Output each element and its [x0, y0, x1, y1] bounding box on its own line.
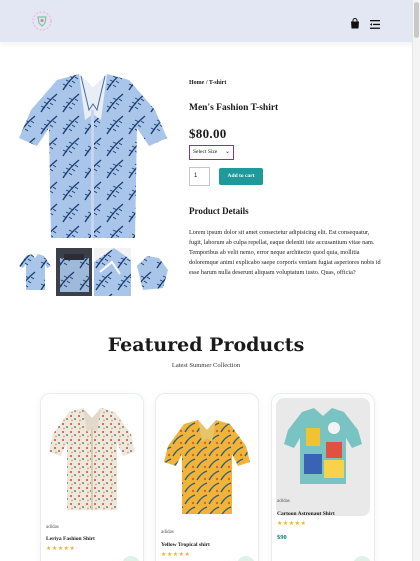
page-scrollbar[interactable]	[412, 0, 420, 561]
thumbnail-1[interactable]	[17, 248, 54, 296]
product-card[interactable]: adidas Yellow Tropical shirt ★★★★★	[155, 393, 259, 561]
product-card[interactable]: adidas Leriya Fashion Shirt ★★★★★	[40, 393, 144, 561]
featured-heading: Featured Products	[107, 334, 305, 356]
chevron-down-icon: ⌄	[224, 149, 230, 155]
product-price: $80.00	[189, 126, 227, 141]
logo-icon[interactable]	[30, 10, 54, 32]
star-rating: ★★★★★	[46, 545, 76, 552]
product-main-image	[19, 74, 167, 238]
card-brand: adidas	[277, 499, 290, 504]
product-info: Home / T-shirt Men's Fashion T-shirt $80…	[189, 80, 404, 278]
thumbnail-4[interactable]	[132, 248, 169, 296]
card-name: Yellow Tropical shirt	[161, 542, 210, 548]
size-select[interactable]: Select Size ⌄	[189, 145, 234, 160]
menu-icon[interactable]	[370, 14, 380, 33]
product-card-image	[160, 398, 254, 516]
add-to-cart-icon[interactable]	[237, 556, 255, 561]
product-title: Men's Fashion T-shirt	[189, 103, 279, 113]
details-text: Lorem ipsum dolor sit amet consectetur a…	[189, 229, 381, 276]
add-to-cart-icon[interactable]	[353, 556, 371, 561]
size-select-value: Select Size	[193, 149, 218, 155]
product-card-image	[276, 398, 370, 516]
add-to-cart-icon[interactable]	[122, 556, 140, 561]
shopping-bag-icon[interactable]	[350, 14, 360, 33]
card-brand: adidas	[46, 525, 59, 530]
purchase-row: 1 Add to cart	[189, 167, 404, 186]
card-name: Cartoon Astronaut Shirt	[277, 511, 335, 517]
details-heading: Product Details	[189, 206, 249, 216]
thumbnail-2[interactable]	[55, 248, 92, 296]
card-name: Leriya Fashion Shirt	[46, 536, 95, 542]
site-header	[0, 0, 420, 42]
add-to-cart-button[interactable]: Add to cart	[219, 168, 263, 185]
product-thumbnails	[17, 248, 169, 296]
thumbnail-3[interactable]	[94, 248, 131, 296]
product-card[interactable]: adidas Cartoon Astronaut Shirt ★★★★★ $90	[271, 393, 375, 561]
quantity-input[interactable]: 1	[189, 167, 210, 186]
featured-subheading: Latest Summer Collection	[171, 362, 241, 369]
card-price: $90	[277, 534, 287, 541]
star-rating: ★★★★★	[277, 520, 307, 527]
breadcrumb[interactable]: Home / T-shirt	[189, 80, 404, 86]
scrollbar-thumb[interactable]	[414, 2, 419, 38]
product-card-image	[45, 398, 139, 516]
card-brand: adidas	[161, 530, 174, 535]
star-rating: ★★★★★	[161, 551, 191, 558]
